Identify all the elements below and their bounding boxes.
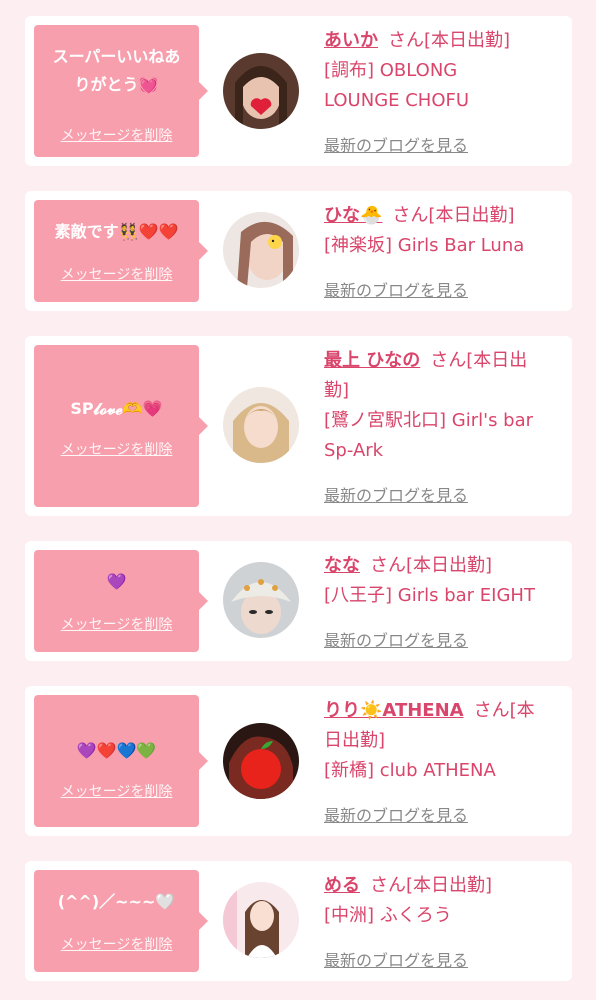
message-line: スーパーいいねあ	[52, 47, 181, 66]
view-blog-link[interactable]: 最新のブログを見る	[324, 802, 468, 826]
cast-status: さん[本日出勤]	[392, 205, 515, 226]
cast-info: ひな🐣 さん[本日出勤] [神楽坂] Girls Bar Luna	[324, 201, 564, 261]
view-blog-link[interactable]: 最新のブログを見る	[324, 947, 468, 971]
delete-message-link[interactable]: メッセージを削除	[34, 264, 199, 284]
shop-name: [調布] OBLONG	[324, 60, 458, 81]
cast-info: なな さん[本日出勤] [八王子] Girls bar EIGHT	[324, 551, 564, 611]
cast-info: あいか さん[本日出勤] [調布] OBLONG LOUNGE CHOFU	[324, 26, 564, 116]
delete-message-link[interactable]: メッセージを削除	[34, 934, 199, 954]
cast-status: さん[本日出勤]	[388, 30, 511, 51]
shop-name: Sp-Ark	[324, 440, 384, 461]
message-card: SP𝓵𝓸𝓿𝓮🫶💗 メッセージを削除 最上 ひなの さん[本日出 勤] [鷺ノ宮駅北…	[25, 336, 572, 516]
cast-name-link[interactable]: ひな🐣	[324, 205, 382, 226]
message-bubble: 素敵です👯❤️❤️ メッセージを削除	[34, 200, 208, 302]
cast-info: 最上 ひなの さん[本日出 勤] [鷺ノ宮駅北口] Girl's bar Sp-A…	[324, 346, 564, 466]
message-card: (^^)／~~~🤍 メッセージを削除 める さん[本日出勤] [中洲] ふくろう …	[25, 861, 572, 981]
girl-portrait-hat-icon	[223, 562, 299, 638]
cast-name-link[interactable]: 最上 ひなの	[324, 350, 420, 371]
cast-info: める さん[本日出勤] [中洲] ふくろう	[324, 871, 564, 931]
cast-status: さん[本日出勤]	[370, 875, 493, 896]
delete-message-link[interactable]: メッセージを削除	[34, 781, 199, 801]
cast-info: りり☀️ATHENA さん[本 日出勤] [新橋] club ATHENA	[324, 696, 564, 786]
delete-message-link[interactable]: メッセージを削除	[34, 125, 199, 145]
message-bubble: SP𝓵𝓸𝓿𝓮🫶💗 メッセージを削除	[34, 345, 208, 507]
message-bubble: スーパーいいねあ りがとう💓 メッセージを削除	[34, 25, 208, 157]
message-bubble: 💜 メッセージを削除	[34, 550, 208, 652]
message-line: りがとう💓	[74, 75, 159, 94]
avatar[interactable]	[223, 387, 299, 463]
view-blog-link[interactable]: 最新のブログを見る	[324, 482, 468, 506]
girl-portrait-heart-sticker-icon	[223, 53, 299, 129]
delete-message-link[interactable]: メッセージを削除	[34, 614, 199, 634]
cast-status: さん[本日出	[430, 350, 528, 371]
cast-name-link[interactable]: なな	[324, 555, 360, 576]
blonde-girl-portrait-icon	[223, 387, 299, 463]
delete-message-link[interactable]: メッセージを削除	[34, 439, 199, 459]
message-text: 💜❤️💙💚	[76, 741, 157, 760]
cast-name-link[interactable]: あいか	[324, 30, 378, 51]
view-blog-link[interactable]: 最新のブログを見る	[324, 132, 468, 156]
message-card: 素敵です👯❤️❤️ メッセージを削除 ひな🐣 さん[本日出勤] [神楽坂] Gir…	[25, 191, 572, 311]
cast-status: さん[本日出勤]	[370, 555, 493, 576]
message-text: 素敵です👯❤️❤️	[54, 222, 179, 241]
avatar[interactable]	[223, 53, 299, 129]
message-bubble: 💜❤️💙💚 メッセージを削除	[34, 695, 208, 827]
shop-name: LOUNGE CHOFU	[324, 90, 470, 111]
avatar[interactable]	[223, 562, 299, 638]
girl-portrait-pink-room-icon	[223, 882, 299, 958]
message-bubble: (^^)／~~~🤍 メッセージを削除	[34, 870, 208, 972]
girl-portrait-chick-sticker-icon	[223, 212, 299, 288]
avatar[interactable]	[223, 212, 299, 288]
girl-portrait-apple-sticker-icon	[223, 723, 299, 799]
cast-status: 日出勤]	[324, 730, 386, 751]
message-text: (^^)／~~~🤍	[57, 892, 176, 911]
message-text: スーパーいいねあ りがとう💓	[34, 43, 199, 99]
avatar[interactable]	[223, 882, 299, 958]
message-text: SP𝓵𝓸𝓿𝓮🫶💗	[70, 399, 163, 418]
cast-status: さん[本	[473, 700, 535, 721]
avatar[interactable]	[223, 723, 299, 799]
cast-status: 勤]	[324, 380, 350, 401]
shop-name: [新橋] club ATHENA	[324, 760, 496, 781]
message-card: 💜❤️💙💚 メッセージを削除 りり☀️ATHENA さん[本 日出勤] [新橋] …	[25, 686, 572, 836]
shop-name: [八王子] Girls bar EIGHT	[324, 585, 535, 606]
shop-name: [鷺ノ宮駅北口] Girl's bar	[324, 410, 534, 431]
message-card: 💜 メッセージを削除 なな さん[本日出勤] [八王子] Girls bar EI…	[25, 541, 572, 661]
message-text: 💜	[106, 572, 127, 591]
shop-name: [神楽坂] Girls Bar Luna	[324, 235, 525, 256]
cast-name-link[interactable]: める	[324, 875, 360, 896]
shop-name: [中洲] ふくろう	[324, 905, 452, 926]
cast-name-link[interactable]: りり☀️ATHENA	[324, 700, 464, 721]
view-blog-link[interactable]: 最新のブログを見る	[324, 277, 468, 301]
message-card: スーパーいいねあ りがとう💓 メッセージを削除 あいか さん[本日出勤] [調布]…	[25, 16, 572, 166]
view-blog-link[interactable]: 最新のブログを見る	[324, 627, 468, 651]
